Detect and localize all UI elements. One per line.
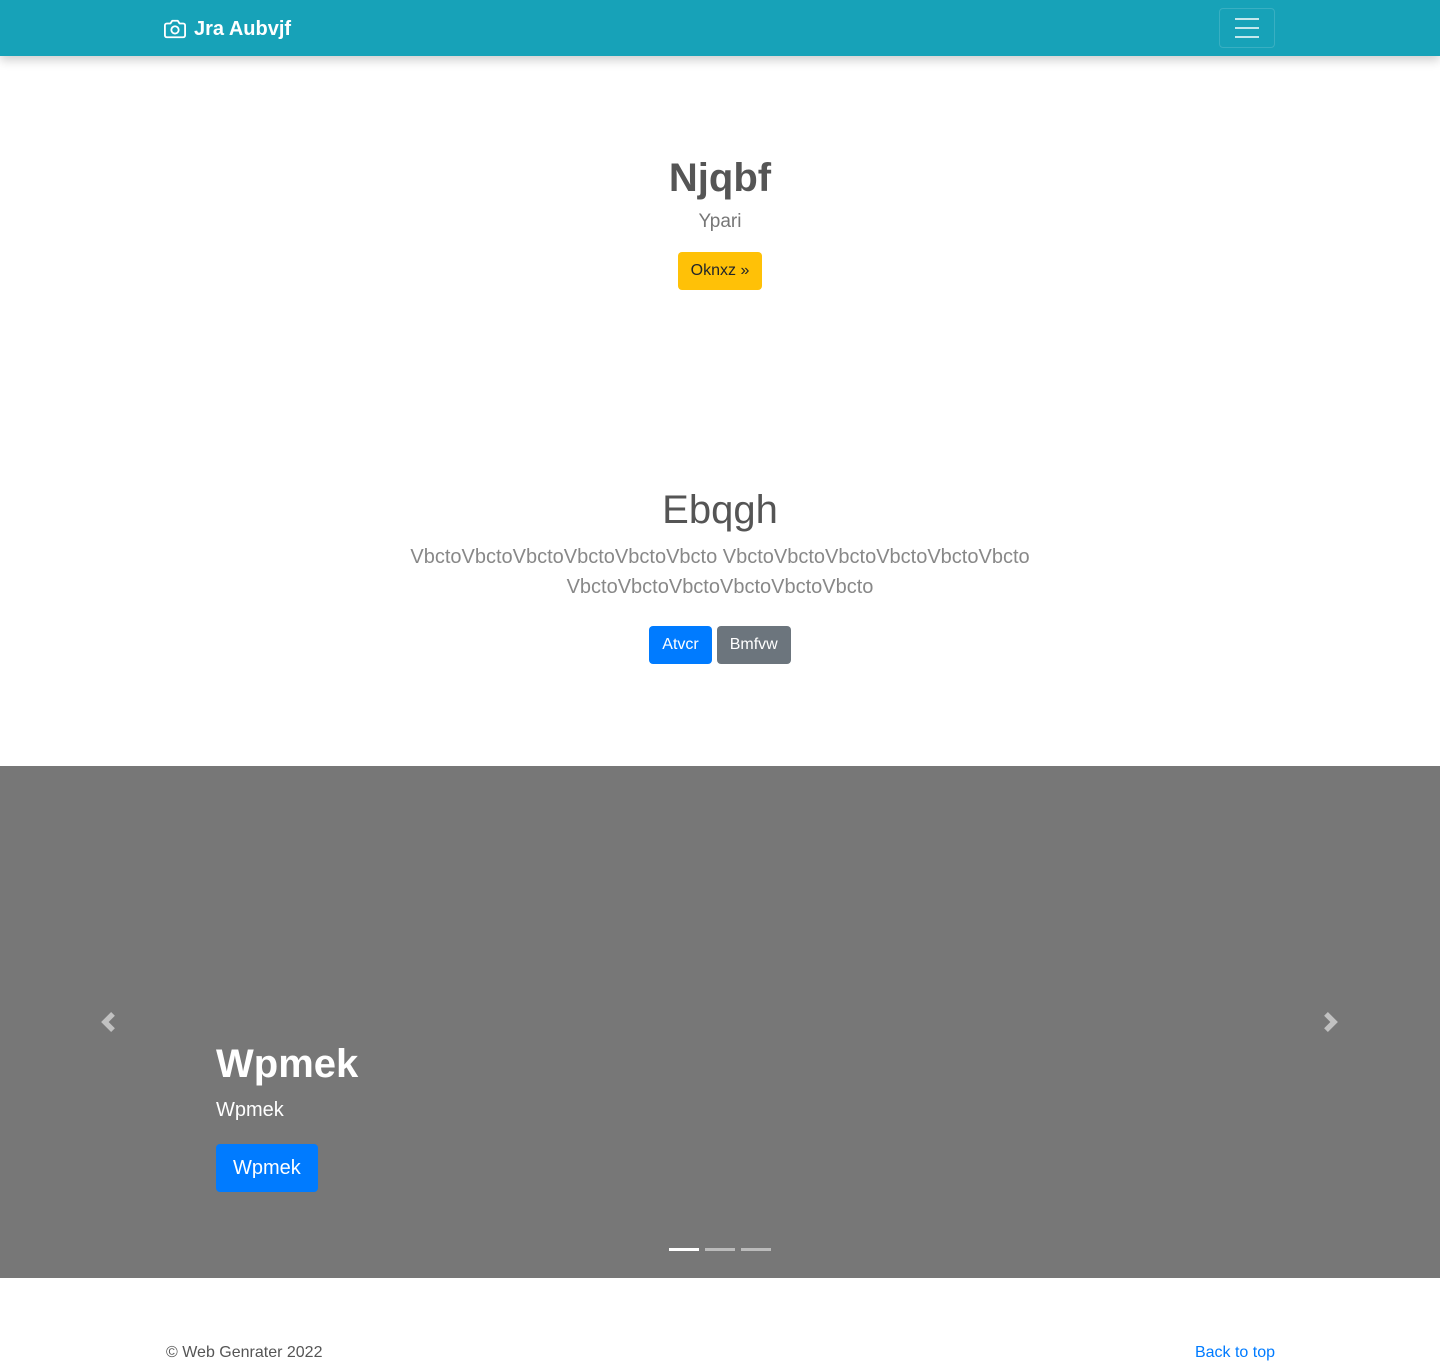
carousel-indicator[interactable]: [669, 1248, 699, 1251]
chevron-left-icon: [101, 1012, 115, 1032]
page-footer: © Web Genrater 2022 Back to top: [0, 1340, 1440, 1366]
hamburger-icon-line: [1235, 18, 1259, 20]
jumbotron-lead: VbctoVbctoVbctoVbctoVbctoVbcto VbctoVbct…: [410, 546, 1030, 598]
carousel-next-button[interactable]: [1311, 1006, 1351, 1038]
brand-link[interactable]: Jra Aubvjf: [164, 16, 291, 42]
hero-subtitle: Ypari: [698, 211, 742, 232]
jumbotron-buttons: Atvcr Bmfvw: [0, 626, 1440, 664]
carousel: Wpmek Wpmek Wpmek: [0, 766, 1440, 1278]
navbar-toggler-button[interactable]: [1219, 8, 1275, 48]
chevron-right-icon: [1324, 1012, 1338, 1032]
jumbotron-section: Ebqgh VbctoVbctoVbctoVbctoVbctoVbcto Vbc…: [0, 484, 1440, 664]
carousel-indicator[interactable]: [741, 1248, 771, 1251]
secondary-button[interactable]: Bmfvw: [716, 626, 791, 664]
carousel-indicators: [669, 1248, 771, 1251]
hamburger-icon-line: [1235, 27, 1259, 29]
hero-cta-button[interactable]: Oknxz »: [677, 252, 763, 290]
carousel-indicator[interactable]: [705, 1248, 735, 1251]
carousel-caption-button[interactable]: Wpmek: [216, 1144, 318, 1192]
carousel-caption-title: Wpmek: [216, 1042, 359, 1086]
brand-name: Jra Aubvjf: [194, 17, 292, 40]
hero-section: Njqbf Ypari Oknxz »: [0, 150, 1440, 290]
carousel-caption-text: Wpmek: [216, 1099, 284, 1121]
jumbotron-title: Ebqgh: [662, 488, 778, 532]
primary-button[interactable]: Atvcr: [649, 626, 712, 664]
carousel-prev-button[interactable]: [88, 1006, 128, 1038]
carousel-caption: Wpmek Wpmek Wpmek: [216, 1038, 358, 1192]
camera-icon: [164, 19, 186, 39]
copyright-text: © Web Genrater 2022: [166, 1344, 323, 1361]
back-to-top-link[interactable]: Back to top: [1195, 1344, 1275, 1362]
hero-title: Njqbf: [668, 156, 772, 200]
hamburger-icon-line: [1235, 36, 1259, 38]
top-navbar: Jra Aubvjf: [0, 0, 1440, 56]
